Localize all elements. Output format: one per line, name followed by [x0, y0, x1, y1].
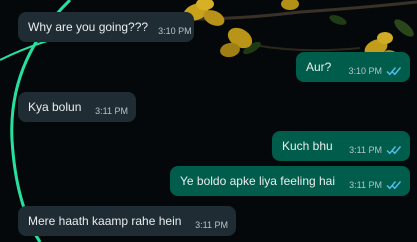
message-time: 3:11 PM	[349, 145, 382, 155]
message-text: Kya bolun	[28, 100, 82, 114]
double-check-read-icon	[386, 181, 402, 190]
message-time: 3:11 PM	[95, 106, 128, 116]
message-time: 3:10 PM	[348, 66, 382, 76]
message-time: 3:11 PM	[349, 180, 382, 190]
message-meta: 3:10 PM	[148, 26, 192, 42]
message-time: 3:11 PM	[195, 220, 228, 230]
message-meta: 3:11 PM	[339, 180, 402, 196]
message-bubble-outgoing[interactable]: Ye boldo apke liya feeling hai 3:11 PM	[170, 166, 410, 196]
message-meta: 3:11 PM	[85, 106, 128, 122]
message-bubble-incoming[interactable]: Mere haath kaamp rahe hein 3:11 PM	[18, 206, 236, 236]
message-bubble-outgoing[interactable]: Kuch bhu 3:11 PM	[272, 131, 410, 161]
message-text: Kuch bhu	[282, 139, 333, 153]
message-text: Aur?	[306, 60, 332, 74]
message-bubble-outgoing[interactable]: Aur? 3:10 PM	[296, 52, 410, 82]
message-meta: 3:11 PM	[339, 145, 402, 161]
message-meta: 3:11 PM	[185, 220, 228, 236]
message-time: 3:10 PM	[158, 26, 192, 36]
double-check-read-icon	[386, 146, 402, 155]
message-bubble-incoming[interactable]: Kya bolun 3:11 PM	[18, 92, 136, 122]
double-check-read-icon	[386, 67, 402, 76]
message-text: Ye boldo apke liya feeling hai	[180, 174, 336, 188]
message-text: Mere haath kaamp rahe hein	[28, 214, 182, 228]
message-bubble-incoming[interactable]: Why are you going??? 3:10 PM	[18, 12, 194, 42]
chat-area: Why are you going??? 3:10 PM Aur? 3:10 P…	[0, 0, 417, 242]
message-text: Why are you going???	[28, 20, 149, 34]
message-meta: 3:10 PM	[338, 66, 402, 82]
